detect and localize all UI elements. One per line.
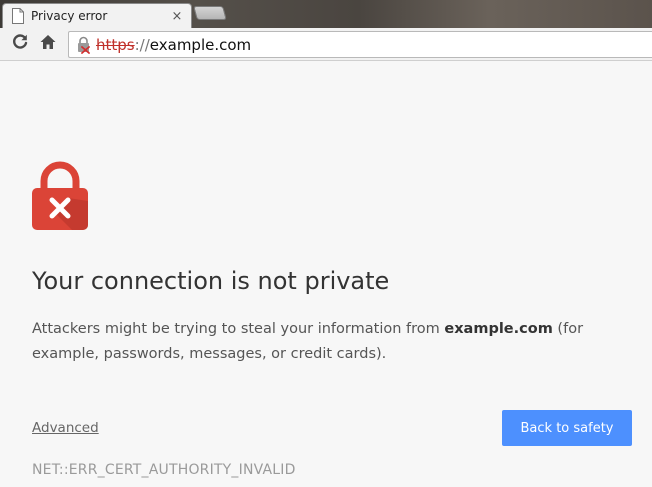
interstitial-page: Your connection is not private Attackers…	[0, 62, 652, 487]
reload-button[interactable]	[9, 33, 31, 55]
url-host: example.com	[149, 35, 252, 54]
back-to-safety-button[interactable]: Back to safety	[502, 410, 632, 446]
new-tab-button[interactable]	[193, 6, 227, 20]
home-button[interactable]	[37, 33, 59, 55]
tab-strip: Privacy error ×	[0, 0, 652, 28]
error-code: NET::ERR_CERT_AUTHORITY_INVALID	[32, 462, 296, 478]
toolbar: https://example.com	[0, 28, 652, 61]
close-icon[interactable]: ×	[169, 8, 185, 24]
explanation-prefix: Attackers might be trying to steal your …	[32, 321, 445, 337]
reload-icon	[11, 33, 29, 55]
page-title: Your connection is not private	[32, 267, 390, 295]
explanation-host: example.com	[444, 321, 553, 337]
broken-lock-icon[interactable]	[76, 36, 92, 54]
tab-title: Privacy error	[31, 9, 108, 23]
page-icon	[11, 8, 25, 24]
advanced-link[interactable]: Advanced	[32, 420, 99, 436]
address-bar[interactable]: https://example.com	[68, 31, 652, 58]
url-scheme: https	[96, 35, 135, 54]
url-separator: ://	[134, 35, 150, 54]
explanation-text: Attackers might be trying to steal your …	[32, 317, 632, 367]
tab-privacy-error[interactable]: Privacy error ×	[2, 3, 192, 28]
red-lock-x-icon	[32, 161, 88, 231]
home-icon	[39, 33, 57, 55]
